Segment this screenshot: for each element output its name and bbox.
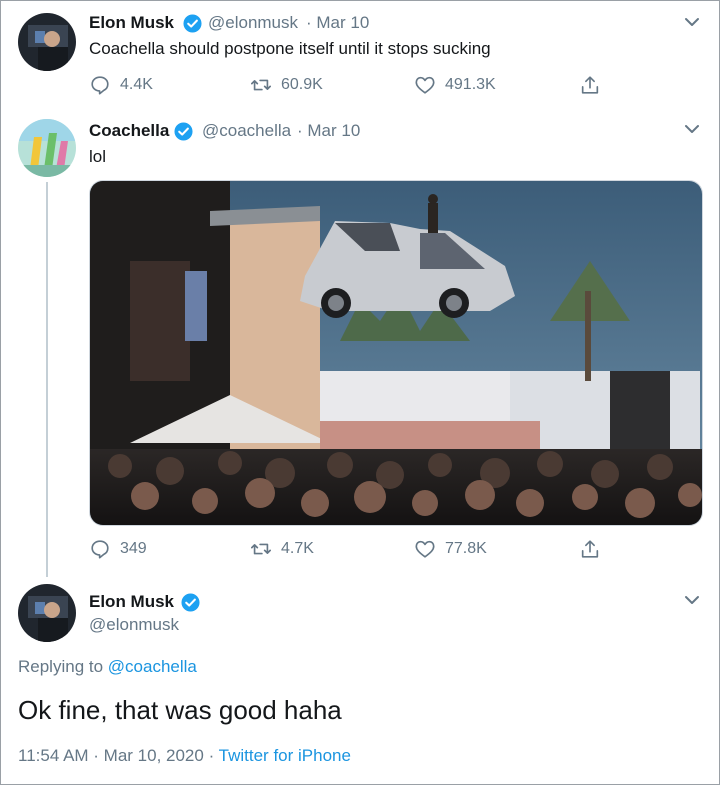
tweet-text: Coachella should postpone itself until i… [89, 39, 491, 58]
main-tweet-text: Ok fine, that was good haha [18, 695, 342, 725]
replying-to: Replying to @coachella [18, 657, 197, 677]
reply-button[interactable]: 4.4K [89, 74, 153, 96]
reply-icon [91, 76, 109, 95]
share-button[interactable] [579, 74, 601, 96]
chevron-down-icon[interactable] [681, 118, 703, 140]
like-button[interactable]: 77.8K [414, 538, 487, 560]
reply-count: 349 [120, 540, 147, 557]
retweet-button[interactable]: 4.7K [250, 538, 314, 560]
tweet-photo[interactable] [89, 180, 703, 526]
author-handle[interactable]: @coachella [202, 121, 291, 141]
tweet-source-link[interactable]: Twitter for iPhone [219, 746, 351, 765]
tweet-timestamp[interactable]: 11:54 AM · Mar 10, 2020 · [18, 746, 214, 765]
tweet-text: lol [89, 147, 107, 166]
author-name[interactable]: Elon Musk [89, 592, 174, 612]
verified-badge-icon [174, 122, 193, 141]
replying-to-label: Replying to [18, 657, 104, 676]
retweet-count: 4.7K [281, 540, 314, 557]
verified-badge-icon [181, 593, 200, 612]
retweet-count: 60.9K [281, 76, 323, 93]
author-name[interactable]: Coachella [89, 121, 169, 141]
retweet-button[interactable]: 60.9K [250, 74, 323, 96]
like-icon [415, 76, 435, 94]
tweet-meta: 11:54 AM · Mar 10, 2020 · Twitter for iP… [18, 746, 351, 766]
reply-count: 4.4K [120, 76, 153, 93]
share-icon [581, 76, 599, 94]
avatar-elon[interactable] [18, 13, 76, 71]
tweet-date[interactable]: · Mar 10 [306, 13, 369, 33]
like-button[interactable]: 491.3K [414, 74, 496, 96]
replying-to-handle-link[interactable]: @coachella [108, 657, 197, 676]
share-icon [581, 540, 599, 558]
share-button[interactable] [579, 538, 601, 560]
avatar-elon[interactable] [18, 584, 76, 642]
author-name[interactable]: Elon Musk [89, 13, 174, 33]
chevron-down-icon[interactable] [681, 11, 703, 33]
like-count: 77.8K [445, 540, 487, 557]
author-handle[interactable]: @elonmusk [89, 615, 179, 635]
tweet-date[interactable]: · Mar 10 [297, 121, 360, 141]
author-handle[interactable]: @elonmusk [208, 13, 298, 33]
reply-icon [91, 540, 109, 559]
avatar-coachella[interactable] [18, 119, 76, 177]
like-icon [415, 540, 435, 558]
chevron-down-icon[interactable] [681, 589, 703, 611]
reply-button[interactable]: 349 [89, 538, 147, 560]
thread-connector-line [46, 182, 48, 577]
like-count: 491.3K [445, 76, 496, 93]
retweet-icon [251, 543, 271, 555]
retweet-icon [251, 79, 271, 91]
verified-badge-icon [183, 14, 202, 33]
